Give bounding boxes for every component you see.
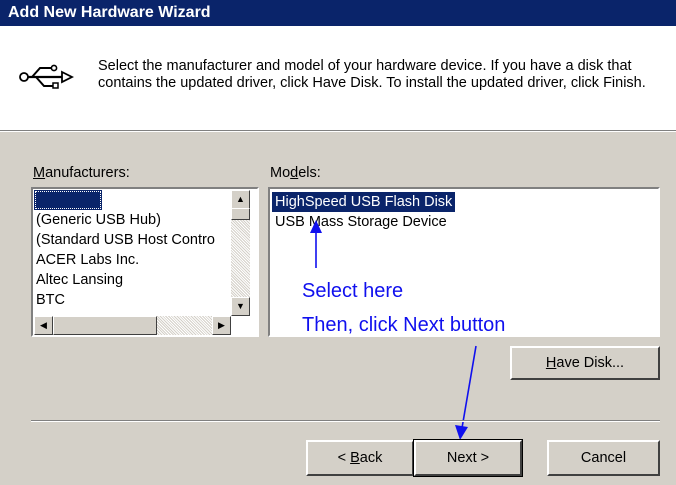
scroll-down-arrow-icon[interactable]: ▼ (231, 297, 250, 316)
title-bar[interactable]: Add New Hardware Wizard (0, 0, 676, 26)
manufacturers-label: Manufacturers: (33, 165, 130, 181)
arrow-down-icon (455, 425, 468, 440)
model-item[interactable]: USB Mass Storage Device (272, 212, 450, 232)
model-item-selected[interactable]: HighSpeed USB Flash Disk (272, 192, 456, 212)
scroll-left-arrow-icon[interactable]: ◀ (34, 316, 53, 335)
annotation-select-here: Select here (302, 280, 404, 302)
scroll-up-arrow-icon[interactable]: ▲ (231, 190, 250, 209)
manufacturer-item[interactable]: (Standard USB Host Contro (34, 230, 229, 250)
manufacturers-list[interactable]: (Generic USB Hub) (Standard USB Host Con… (34, 190, 229, 316)
next-button[interactable]: Next > (413, 439, 523, 477)
manufacturers-horizontal-scrollbar[interactable]: ◀ ▶ (34, 316, 231, 335)
have-disk-button[interactable]: Have Disk... (510, 346, 660, 380)
usb-icon (19, 64, 74, 89)
window-title: Add New Hardware Wizard (8, 4, 211, 21)
scroll-right-arrow-icon[interactable]: ▶ (212, 316, 231, 335)
cancel-button[interactable]: Cancel (547, 440, 660, 476)
scroll-thumb[interactable] (53, 316, 157, 335)
instruction-text: Select the manufacturer and model of you… (98, 58, 646, 91)
scroll-thumb[interactable] (231, 208, 250, 220)
annotation-click-next: Then, click Next button (302, 314, 506, 336)
manufacturer-item[interactable]: ACER Labs Inc. (34, 250, 229, 270)
models-label: Models: (270, 165, 321, 181)
manufacturer-item-selected[interactable] (34, 190, 102, 210)
back-button[interactable]: < Back (306, 440, 414, 476)
manufacturers-vertical-scrollbar[interactable]: ▲ ▼ (231, 190, 250, 316)
manufacturer-item[interactable]: Altec Lansing (34, 270, 229, 290)
manufacturer-item[interactable]: BTC (34, 290, 229, 310)
manufacturer-item[interactable]: (Generic USB Hub) (34, 210, 229, 230)
